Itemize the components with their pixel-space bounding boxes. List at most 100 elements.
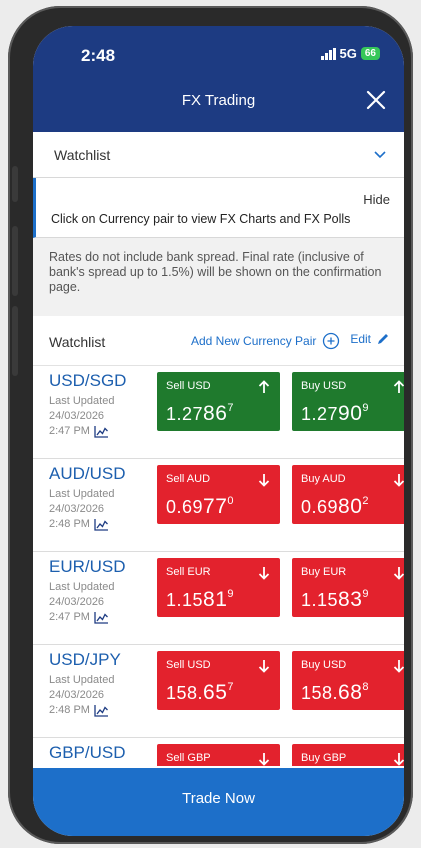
- arrow-down-icon: [258, 660, 270, 673]
- currency-pair-name[interactable]: USD/SGD: [49, 371, 126, 391]
- arrow-up-icon: [393, 380, 404, 393]
- arrow-up-icon: [258, 380, 270, 393]
- network-label: 5G: [339, 46, 357, 61]
- rate-pip-digit: 0: [227, 495, 235, 507]
- chart-icon[interactable]: [94, 425, 109, 438]
- buy-rate-label: Buy EUR: [301, 566, 347, 578]
- rate-big-digits: 81: [203, 588, 228, 611]
- currency-pair-row: USD/JPY Last Updated 24/03/2026 2:48 PM …: [33, 645, 404, 738]
- currency-pair-row: AUD/USD Last Updated 24/03/2026 2:48 PM …: [33, 459, 404, 552]
- edit-label: Edit: [350, 332, 371, 346]
- rate-prefix: 1.27: [166, 404, 204, 424]
- last-updated-info: Last Updated 24/03/2026 2:47 PM: [49, 580, 114, 625]
- watchlist-header: Watchlist Add New Currency Pair Edit: [33, 316, 404, 366]
- rate-prefix: 1.15: [301, 590, 339, 610]
- currency-pair-row: USD/SGD Last Updated 24/03/2026 2:47 PM …: [33, 366, 404, 459]
- rate-pip-digit: 2: [362, 495, 370, 507]
- sell-rate-label: Sell USD: [166, 659, 211, 671]
- buy-rate-button[interactable]: Buy AUD 0.69802: [292, 465, 404, 524]
- last-updated-date: 24/03/2026: [49, 503, 105, 515]
- status-time: 2:48: [81, 46, 116, 65]
- rate-prefix: 158.: [301, 683, 339, 703]
- sell-rate-button[interactable]: Sell USD 1.27867: [157, 372, 280, 431]
- sell-rate-value: 1.15819: [166, 588, 234, 612]
- currency-pair-name[interactable]: AUD/USD: [49, 464, 126, 484]
- currency-pair-name[interactable]: EUR/USD: [49, 557, 126, 577]
- hide-link[interactable]: Hide: [363, 192, 390, 207]
- buy-rate-label: Buy AUD: [301, 473, 346, 485]
- phone-frame: 2:48 5G 66 FX Trading Watchlist Hide Cli…: [8, 6, 413, 844]
- currency-pair-name[interactable]: GBP/USD: [49, 743, 126, 763]
- rate-big-digits: 83: [338, 588, 363, 611]
- last-updated-time: 2:48 PM: [49, 704, 90, 716]
- rate-big-digits: 65: [203, 681, 228, 704]
- last-updated-label: Last Updated: [49, 581, 115, 593]
- buy-rate-label: Buy GBP: [301, 752, 347, 764]
- info-banner: Hide Click on Currency pair to view FX C…: [33, 178, 404, 238]
- rate-prefix: 1.27: [301, 404, 339, 424]
- rate-pip-digit: 8: [362, 681, 370, 693]
- currency-pair-list: USD/SGD Last Updated 24/03/2026 2:47 PM …: [33, 366, 404, 766]
- last-updated-info: Last Updated 24/03/2026 2:47 PM: [49, 394, 114, 439]
- chart-icon[interactable]: [94, 611, 109, 624]
- last-updated-date: 24/03/2026: [49, 689, 105, 701]
- arrow-down-icon: [393, 753, 404, 766]
- buy-rate-value: 1.27909: [301, 402, 369, 426]
- side-button: [12, 166, 18, 202]
- app-header: 2:48 5G 66 FX Trading: [33, 26, 404, 132]
- rate-big-digits: 86: [203, 402, 228, 425]
- rate-big-digits: 68: [338, 681, 363, 704]
- last-updated-info: Last Updated 24/03/2026 2:48 PM: [49, 487, 114, 532]
- last-updated-date: 24/03/2026: [49, 596, 105, 608]
- buy-rate-button[interactable]: Buy EUR 1.15839: [292, 558, 404, 617]
- currency-pair-row: GBP/USD Sell GBP Buy GBP: [33, 738, 404, 766]
- sell-rate-button[interactable]: Sell USD 158.657: [157, 651, 280, 710]
- sell-rate-label: Sell AUD: [166, 473, 211, 485]
- last-updated-date: 24/03/2026: [49, 410, 105, 422]
- buy-rate-label: Buy USD: [301, 659, 347, 671]
- plus-circle-icon: [323, 332, 340, 350]
- close-icon[interactable]: [364, 88, 388, 112]
- buy-rate-button[interactable]: Buy USD 1.27909: [292, 372, 404, 431]
- disclaimer-text: Rates do not include bank spread. Final …: [33, 238, 404, 316]
- chart-icon[interactable]: [94, 704, 109, 717]
- last-updated-label: Last Updated: [49, 488, 115, 500]
- edit-button[interactable]: Edit: [350, 332, 390, 346]
- arrow-down-icon: [258, 753, 270, 766]
- arrow-down-icon: [393, 567, 404, 580]
- chart-icon[interactable]: [94, 518, 109, 531]
- rate-pip-digit: 7: [227, 681, 235, 693]
- sell-rate-button[interactable]: Sell GBP: [157, 744, 280, 766]
- last-updated-time-line: 2:48 PM: [49, 517, 114, 532]
- sell-rate-button[interactable]: Sell EUR 1.15819: [157, 558, 280, 617]
- currency-pair-row: EUR/USD Last Updated 24/03/2026 2:47 PM …: [33, 552, 404, 645]
- last-updated-time-line: 2:47 PM: [49, 610, 114, 625]
- buy-rate-value: 1.15839: [301, 588, 369, 612]
- arrow-down-icon: [258, 567, 270, 580]
- currency-pair-name[interactable]: USD/JPY: [49, 650, 121, 670]
- battery-indicator: 66: [360, 47, 380, 60]
- trade-now-button[interactable]: Trade Now: [33, 768, 404, 836]
- rate-prefix: 158.: [166, 683, 204, 703]
- buy-rate-button[interactable]: Buy GBP: [292, 744, 404, 766]
- pencil-icon: [378, 334, 388, 344]
- info-message: Click on Currency pair to view FX Charts…: [51, 212, 351, 226]
- watchlist-heading: Watchlist: [49, 334, 106, 350]
- buy-rate-value: 158.688: [301, 681, 369, 705]
- rate-prefix: 0.69: [166, 497, 204, 517]
- sell-rate-label: Sell EUR: [166, 566, 211, 578]
- arrow-down-icon: [393, 474, 404, 487]
- watchlist-dropdown[interactable]: Watchlist: [33, 132, 404, 178]
- rate-pip-digit: 9: [362, 588, 370, 600]
- sell-rate-value: 158.657: [166, 681, 234, 705]
- watchlist-dropdown-label: Watchlist: [54, 147, 111, 163]
- status-bar-right: 5G 66: [320, 46, 380, 61]
- buy-rate-label: Buy USD: [301, 380, 347, 392]
- buy-rate-button[interactable]: Buy USD 158.688: [292, 651, 404, 710]
- sell-rate-label: Sell USD: [166, 380, 211, 392]
- last-updated-time-line: 2:48 PM: [49, 703, 114, 718]
- app-screen: 2:48 5G 66 FX Trading Watchlist Hide Cli…: [33, 26, 404, 836]
- rate-big-digits: 90: [338, 402, 363, 425]
- sell-rate-button[interactable]: Sell AUD 0.69770: [157, 465, 280, 524]
- add-currency-pair-button[interactable]: Add New Currency Pair: [191, 332, 340, 350]
